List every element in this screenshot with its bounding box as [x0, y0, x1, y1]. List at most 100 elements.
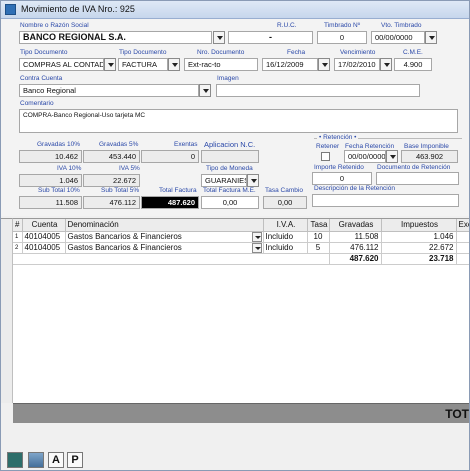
denominacion-dropdown[interactable]	[251, 242, 262, 252]
aplicacion-label: Aplicacion N.C.	[204, 140, 256, 149]
timbrado-label: Timbrado Nº	[324, 22, 361, 29]
exentas-cell[interactable]	[456, 242, 469, 254]
tasa-cell[interactable]: 10	[307, 231, 330, 243]
total-factura-label: Total Factura	[159, 187, 197, 194]
tipo-doc2-field[interactable]: FACTURA	[118, 58, 168, 71]
denominacion-text: Gastos Bancarios & Financieros	[67, 243, 182, 252]
base-imponible-label: Base Imponible	[404, 143, 449, 150]
exentas-cell[interactable]	[456, 231, 469, 243]
tipo-doc2-dropdown[interactable]	[168, 58, 180, 71]
contra-cuenta-field[interactable]: Banco Regional	[19, 84, 199, 97]
contra-cuenta-dropdown[interactable]	[199, 84, 211, 97]
subtotal5-label: Sub Total 5%	[101, 187, 140, 194]
fecha-ret-label: Fecha Retención	[345, 143, 395, 150]
impuestos-cell[interactable]: 1.046	[381, 231, 457, 243]
iva-cell[interactable]: Incluido	[263, 242, 308, 254]
grid-header-row: # Cuenta Denominación I.V.A. Tasa Gravad…	[13, 219, 469, 232]
sum-impuestos: 23.718	[381, 253, 457, 265]
subtotal10-field: 11.508	[19, 196, 82, 209]
vto-timbrado-field[interactable]: 00/00/0000	[371, 31, 425, 44]
iva5-field: 22.672	[83, 174, 140, 187]
fecha-dropdown[interactable]	[318, 58, 330, 71]
totals-bar: TOT	[13, 403, 469, 423]
table-row[interactable]: 2 40104005 Gastos Bancarios & Financiero…	[13, 242, 469, 254]
nombre-label: Nombre o Razón Social	[20, 22, 89, 29]
nro-doc-field[interactable]: Ext-rac-to	[184, 58, 258, 71]
p-button[interactable]: P	[67, 452, 83, 468]
grid-sum-row: 487.620 23.718	[13, 253, 469, 265]
gravadas10-label: Gravadas 10%	[37, 141, 80, 148]
tipo-doc2-label: Tipo Documento	[119, 49, 167, 56]
vencimiento-dropdown[interactable]	[380, 58, 392, 71]
denominacion-cell[interactable]: Gastos Bancarios & Financieros	[65, 242, 264, 254]
vto-timbrado-dropdown[interactable]	[425, 31, 437, 44]
denominacion-dropdown[interactable]	[251, 231, 262, 241]
app-icon	[5, 4, 16, 15]
calculator-icon[interactable]	[28, 452, 44, 468]
gravadas5-label: Gravadas 5%	[99, 141, 139, 148]
total-me-field[interactable]: 0,00	[201, 196, 259, 209]
col-header-iva[interactable]: I.V.A.	[263, 219, 308, 232]
descripcion-ret-field[interactable]	[312, 194, 459, 207]
tasa-cell[interactable]: 5	[307, 242, 330, 254]
iva-cell[interactable]: Incluido	[263, 231, 308, 243]
ruc-label: R.U.C.	[277, 22, 297, 29]
impuestos-cell[interactable]: 22.672	[381, 242, 457, 254]
a-button[interactable]: A	[48, 452, 64, 468]
comentario-field[interactable]: COMPRA-Banco Regional-Uso tarjeta MC	[19, 109, 458, 133]
base-imponible-field: 463.902	[401, 150, 458, 163]
col-header-tasa[interactable]: Tasa	[307, 219, 330, 232]
window-title: Movimiento de IVA Nro.: 925	[21, 4, 135, 14]
sum-empty-6	[456, 253, 469, 265]
tipo-moneda-dropdown[interactable]	[247, 174, 259, 187]
tipo-moneda-field[interactable]: GUARANIES	[201, 174, 247, 187]
imagen-label: Imagen	[217, 75, 239, 82]
nombre-field[interactable]: BANCO REGIONAL S.A.	[19, 31, 212, 44]
fecha-ret-dropdown[interactable]	[386, 150, 398, 163]
importe-ret-field[interactable]: 0	[312, 172, 372, 185]
gravadas5-field: 453.440	[83, 150, 140, 163]
cuenta-cell[interactable]: 40104005	[22, 231, 66, 243]
timbrado-field[interactable]: 0	[317, 31, 367, 44]
tipo-doc-field[interactable]: COMPRAS AL CONTADO	[19, 58, 104, 71]
col-header-denominacion[interactable]: Denominación	[65, 219, 264, 232]
gravadas-cell[interactable]: 11.508	[329, 231, 382, 243]
documento-ret-label: Documento de Retención	[377, 164, 451, 171]
col-header-number[interactable]: #	[13, 219, 23, 232]
detail-grid[interactable]: # Cuenta Denominación I.V.A. Tasa Gravad…	[13, 218, 469, 403]
imagen-field[interactable]	[216, 84, 420, 97]
col-header-exentas[interactable]: Exen	[456, 219, 469, 232]
col-header-gravadas[interactable]: Gravadas	[329, 219, 382, 232]
exentas-label: Exentas	[174, 141, 198, 148]
aplicacion-field[interactable]	[201, 150, 259, 163]
total-factura-field: 487.620	[141, 196, 199, 209]
comentario-label: Comentario	[20, 100, 54, 107]
table-row[interactable]: 1 40104005 Gastos Bancarios & Financiero…	[13, 231, 469, 243]
row-number: 2	[13, 242, 23, 254]
fecha-ret-field[interactable]: 00/00/0000	[344, 150, 386, 163]
ruc-field[interactable]: -	[228, 31, 313, 44]
sum-empty-2	[22, 253, 65, 265]
retener-label: Retener	[316, 143, 340, 150]
cuenta-cell[interactable]: 40104005	[22, 242, 66, 254]
tipo-doc-dropdown[interactable]	[104, 58, 116, 71]
gravadas-cell[interactable]: 476.112	[329, 242, 382, 254]
documento-ret-field[interactable]	[376, 172, 459, 185]
col-header-impuestos[interactable]: Impuestos	[381, 219, 457, 232]
sum-empty-4	[263, 253, 307, 265]
vencimiento-field[interactable]: 17/02/2010	[334, 58, 380, 71]
retener-checkbox[interactable]	[321, 152, 330, 161]
cme-field[interactable]: 4.900	[394, 58, 432, 71]
nombre-dropdown[interactable]	[213, 31, 225, 44]
total-me-label: Total Factura M.E.	[203, 187, 256, 194]
col-header-cuenta[interactable]: Cuenta	[22, 219, 66, 232]
nro-doc-label: Nro. Documento	[197, 49, 245, 56]
denominacion-cell[interactable]: Gastos Bancarios & Financieros	[65, 231, 264, 243]
exit-icon[interactable]	[7, 452, 23, 468]
sum-empty-3	[65, 253, 263, 265]
title-bar: Movimiento de IVA Nro.: 925	[1, 1, 469, 19]
vto-timbrado-label: Vto. Timbrado	[381, 22, 422, 29]
iva5-label: IVA 5%	[119, 165, 140, 172]
fecha-field[interactable]: 16/12/2009	[262, 58, 318, 71]
form-panel: Nombre o Razón Social BANCO REGIONAL S.A…	[1, 19, 469, 216]
